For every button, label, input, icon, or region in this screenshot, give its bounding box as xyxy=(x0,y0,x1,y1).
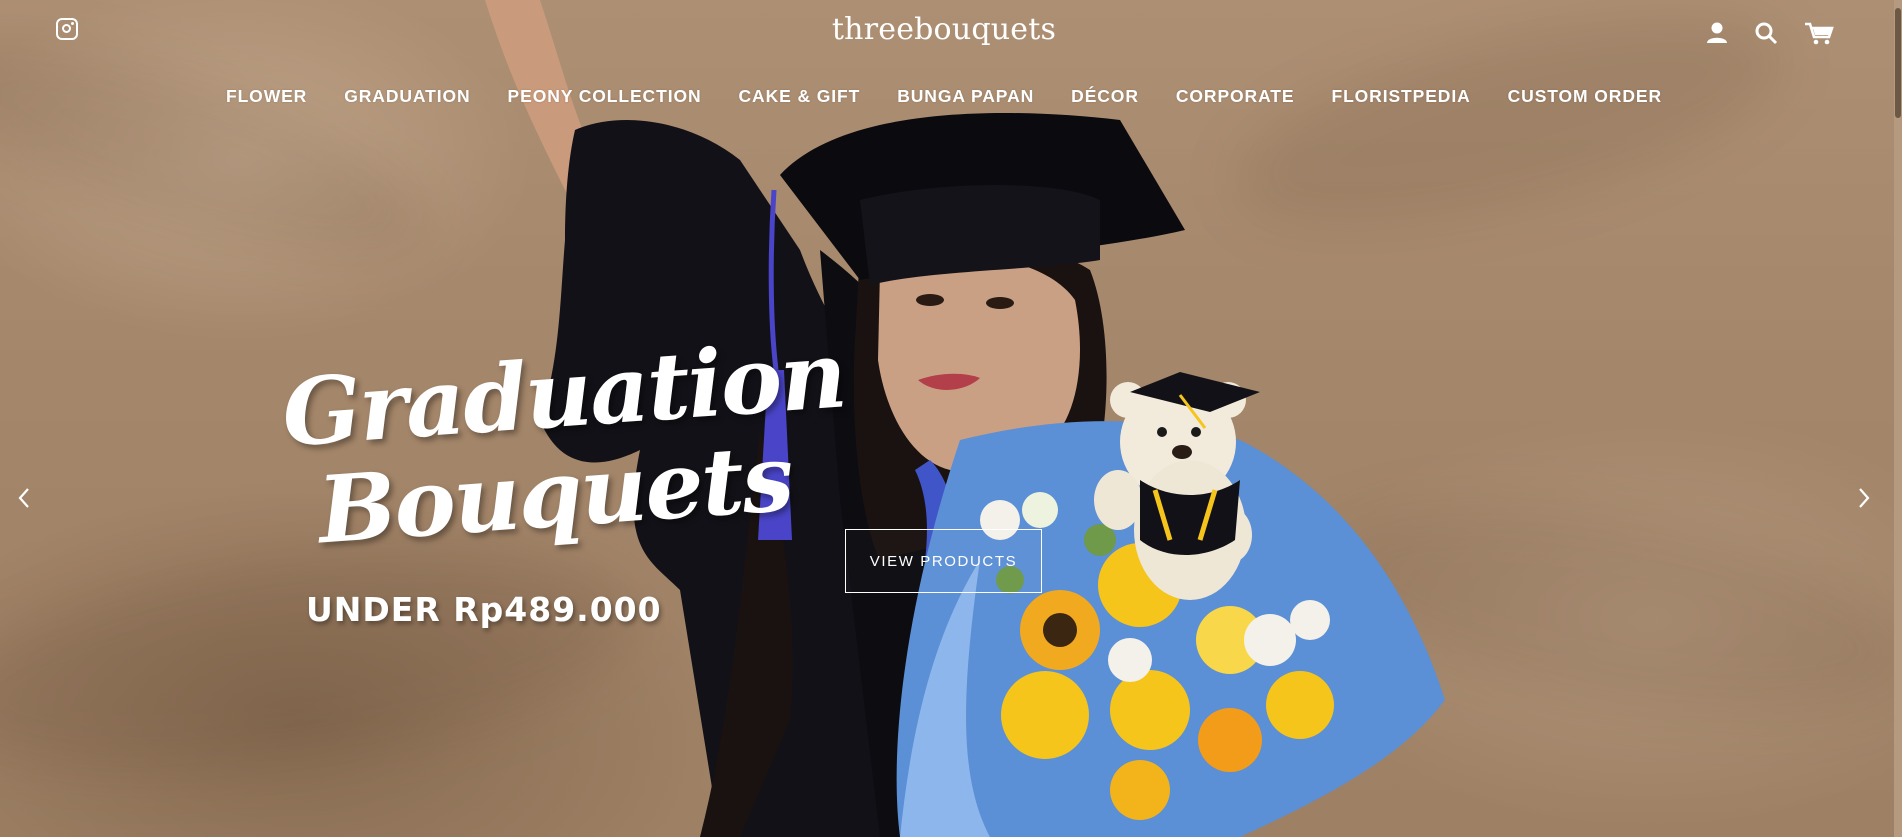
chevron-right-icon[interactable] xyxy=(1852,483,1876,513)
account-icon[interactable] xyxy=(1704,20,1730,46)
nav-item-custom-order[interactable]: CUSTOM ORDER xyxy=(1489,86,1680,107)
hero-banner: Graduation Bouquets UNDER Rp489.000 VIEW… xyxy=(0,0,1902,837)
search-icon[interactable] xyxy=(1753,20,1779,46)
nav-item-corporate[interactable]: CORPORATE xyxy=(1157,86,1313,107)
site-header: threebouquets FLOWER GRADUATION PEONY CO… xyxy=(0,0,1902,120)
nav-item-graduation[interactable]: GRADUATION xyxy=(326,86,489,107)
price-text: UNDER Rp489.000 xyxy=(306,590,662,629)
cart-icon[interactable] xyxy=(1804,20,1834,46)
scrollbar-thumb[interactable] xyxy=(1895,8,1901,118)
nav-item-bunga-papan[interactable]: BUNGA PAPAN xyxy=(879,86,1053,107)
eye xyxy=(986,297,1014,309)
nav-item-peony-collection[interactable]: PEONY COLLECTION xyxy=(489,86,720,107)
page-scrollbar[interactable] xyxy=(1894,0,1902,837)
nav-item-cake-gift[interactable]: CAKE & GIFT xyxy=(720,86,879,107)
chevron-left-icon[interactable] xyxy=(12,483,36,513)
nav-item-decor[interactable]: DÉCOR xyxy=(1053,86,1158,107)
eye xyxy=(916,294,944,306)
nav-item-floristpedia[interactable]: FLORISTPEDIA xyxy=(1313,86,1489,107)
nav-item-flower[interactable]: FLOWER xyxy=(208,86,326,107)
main-navigation: FLOWER GRADUATION PEONY COLLECTION CAKE … xyxy=(0,86,1888,107)
brand-logo[interactable]: threebouquets xyxy=(0,12,1888,47)
view-products-button[interactable]: VIEW PRODUCTS xyxy=(845,529,1042,593)
